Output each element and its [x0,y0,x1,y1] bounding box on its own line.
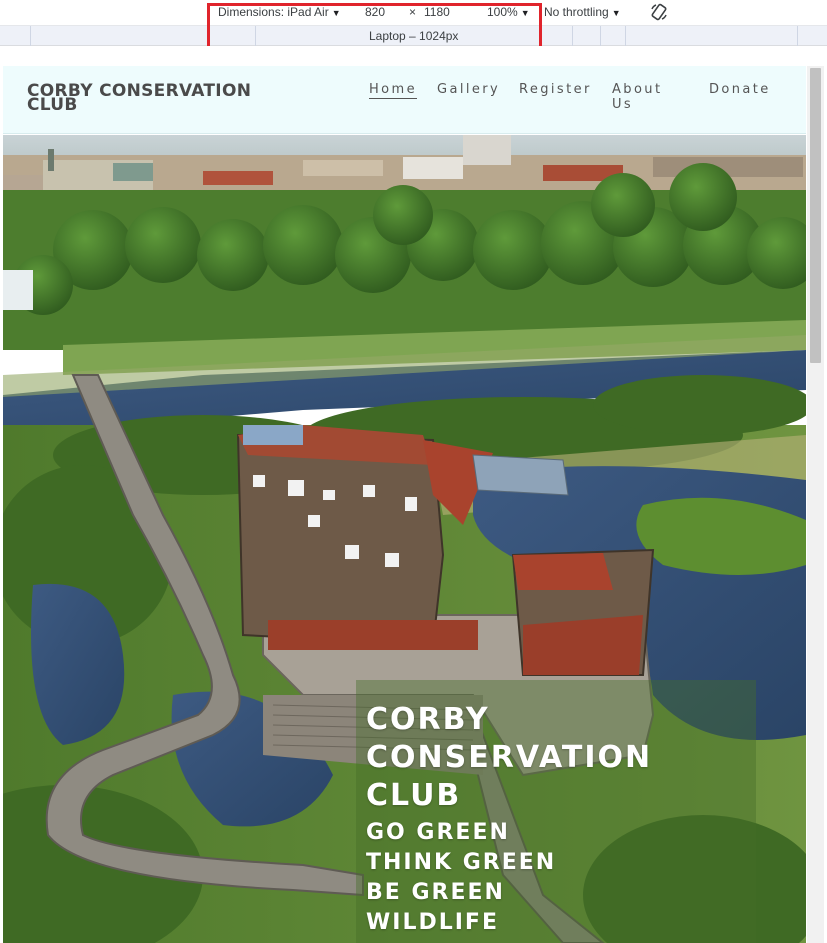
nav-link-about-us[interactable]: About Us [612,82,682,112]
throttling-dropdown[interactable]: No throttling ▼ [544,5,621,19]
hero-tagline-1: GO GREEN [366,820,510,845]
breakpoint-tick [30,26,31,46]
hero-title-line-2: CONSERVATION [366,740,653,775]
breakpoint-tick [625,26,626,46]
viewport-scrollbar[interactable] [807,66,824,943]
hero-tagline-4: WILDLIFE [366,910,499,935]
devtools-device-toolbar: Dimensions: iPad Air ▼ 820 × 1180 100% ▼ N… [0,0,827,50]
throttling-label: No throttling [544,5,609,19]
nav-link-home[interactable]: Home [369,82,417,99]
emulated-viewport: CORBY CONSERVATION CLUB Home Gallery Reg… [3,66,806,943]
nav-link-register[interactable]: Register [519,82,592,97]
scrollbar-thumb[interactable] [810,68,821,363]
nav-about-line-1: About [612,82,663,97]
nav-link-gallery[interactable]: Gallery [437,82,500,97]
chevron-down-icon: ▼ [611,8,621,18]
breakpoint-tick [600,26,601,46]
hero-title-line-3: CLUB [366,778,462,813]
hero-title-line-1: CORBY [366,702,490,737]
hero-tagline-3: BE GREEN [366,880,505,905]
hero-text-panel: CORBY CONSERVATION CLUB GO GREEN THINK G… [356,680,756,943]
annotation-highlight-box [207,3,542,50]
nav-about-line-2: Us [612,97,634,112]
rotate-icon[interactable] [650,3,668,21]
nav-link-donate[interactable]: Donate [709,82,771,97]
breakpoint-tick [797,26,798,46]
site-logo[interactable]: CORBY CONSERVATION CLUB [27,83,251,114]
hero-tagline-2: THINK GREEN [366,850,557,875]
viewport-ruler [0,46,827,64]
site-header: CORBY CONSERVATION CLUB Home Gallery Reg… [3,66,806,133]
breakpoint-tick [572,26,573,46]
